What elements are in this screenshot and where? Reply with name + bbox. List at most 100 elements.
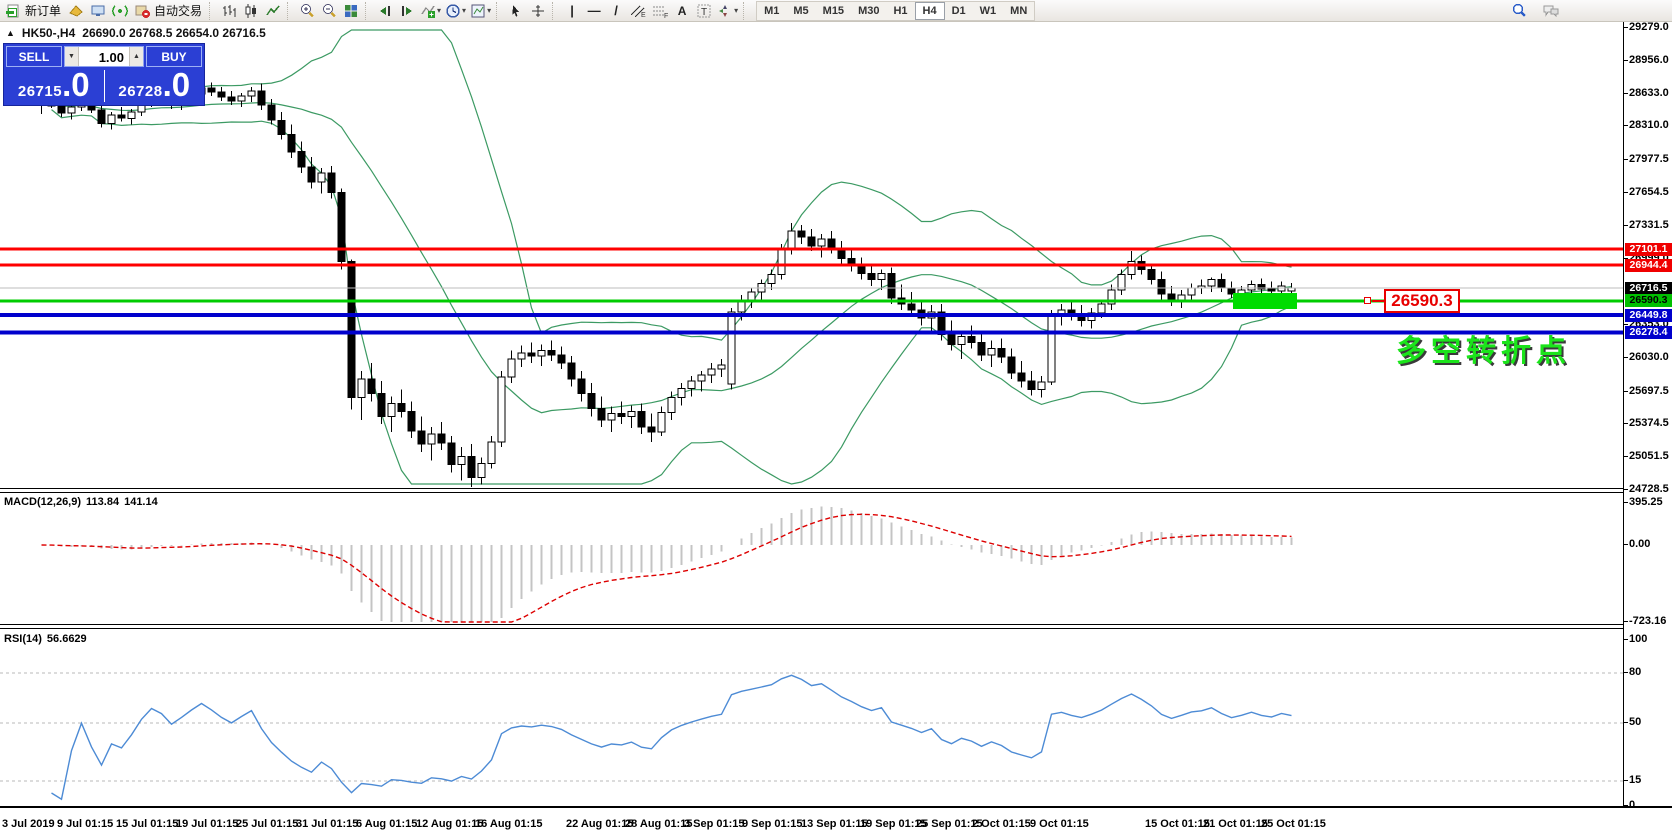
new-order-button[interactable] — [2, 1, 24, 21]
chart-shift-icon[interactable] — [396, 1, 418, 21]
chat-icon[interactable] — [1540, 1, 1562, 21]
macd-panel[interactable] — [0, 493, 1623, 624]
time-tick-label: 12 Aug 01:15 — [416, 818, 483, 830]
trendline-tool[interactable]: / — [605, 1, 627, 21]
time-tick-label: 2 Oct 01:15 — [972, 818, 1031, 830]
timeframe-m15[interactable]: M15 — [816, 2, 851, 20]
svg-text:F: F — [664, 13, 668, 19]
bar-chart-icon[interactable] — [218, 1, 240, 21]
time-tick-label: 15 Jul 01:15 — [116, 818, 178, 830]
price-tag: 26278.4 — [1625, 326, 1672, 339]
line-chart-icon[interactable] — [262, 1, 284, 21]
chart-window: ▲ HK50-,H4 26690.0 26768.5 26654.0 26716… — [0, 22, 1672, 835]
indicators-dropdown-caret[interactable]: ▾ — [437, 6, 441, 15]
arrows-dropdown-caret[interactable]: ▾ — [734, 6, 738, 15]
metaeditor-icon[interactable] — [65, 1, 87, 21]
trade-panel-collapse-icon[interactable]: ▲ — [6, 28, 15, 38]
candlestick-chart-icon[interactable] — [240, 1, 262, 21]
rsi-label: RSI(14)56.6629 — [4, 633, 87, 645]
rsi-value: 56.6629 — [47, 633, 87, 645]
buy-button[interactable]: BUY — [146, 46, 202, 67]
price-level-callout[interactable]: 26590.3 — [1384, 289, 1460, 313]
vertical-line-tool[interactable]: | — [561, 1, 583, 21]
price-tag: 26716.5 — [1625, 282, 1672, 295]
time-tick-label: 9 Oct 01:15 — [1030, 818, 1089, 830]
callout-drag-handle[interactable] — [1364, 297, 1371, 304]
timeframe-m1[interactable]: M1 — [757, 2, 786, 20]
time-tick-label: 3 Sep 01:15 — [684, 818, 745, 830]
time-tick-label: 9 Sep 01:15 — [742, 818, 803, 830]
timeframe-d1[interactable]: D1 — [945, 2, 973, 20]
periods-dropdown-caret[interactable]: ▾ — [462, 6, 466, 15]
time-tick-label: 6 Aug 01:15 — [356, 818, 417, 830]
toolbar-separator — [365, 2, 371, 20]
macd-main-value: 113.84 — [86, 496, 119, 508]
one-click-trade-panel: SELL ▼ 1.00 ▲ BUY 26715 .0 26728 .0 — [3, 43, 205, 106]
autotrading-icon[interactable] — [131, 1, 153, 21]
toolbar-separator — [209, 2, 215, 20]
periods-button[interactable]: ▾ — [443, 1, 468, 21]
new-order-label[interactable]: 新订单 — [24, 2, 65, 19]
timeframe-mn[interactable]: MN — [1003, 2, 1034, 20]
sell-price-decimal: .0 — [62, 70, 90, 100]
rsi-tick-label: 15 — [1629, 774, 1641, 786]
templates-dropdown-caret[interactable]: ▾ — [487, 6, 491, 15]
toolbar-separator — [496, 2, 502, 20]
autotrading-label[interactable]: 自动交易 — [153, 2, 206, 19]
price-tick-label: 25374.5 — [1629, 417, 1669, 429]
auto-scroll-icon[interactable] — [374, 1, 396, 21]
chart-ohlc-values: 26690.0 26768.5 26654.0 26716.5 — [82, 26, 266, 40]
rsi-panel[interactable] — [0, 629, 1623, 806]
fibonacci-tool[interactable]: F — [649, 1, 671, 21]
price-tick-label: 25697.5 — [1629, 385, 1669, 397]
main-price-chart[interactable] — [0, 22, 1623, 489]
callout-connector-line — [1372, 300, 1384, 302]
terminal-icon[interactable] — [87, 1, 109, 21]
arrows-tool[interactable]: ▾ — [715, 1, 740, 21]
buy-price[interactable]: 26728 .0 — [105, 69, 205, 105]
rsi-tick-label: 50 — [1629, 716, 1641, 728]
time-tick-label: 25 Oct 01:15 — [1261, 818, 1326, 830]
time-tick-label: 28 Aug 01:15 — [625, 818, 692, 830]
equidistant-channel-tool[interactable]: E — [627, 1, 649, 21]
timeframe-w1[interactable]: W1 — [973, 2, 1004, 20]
volume-down-button[interactable]: ▼ — [65, 47, 79, 66]
toolbar-separator — [287, 2, 293, 20]
price-tag: 26449.8 — [1625, 309, 1672, 322]
pivot-annotation-text: 多空转折点 — [1396, 326, 1571, 370]
time-tick-label: 25 Jul 01:15 — [236, 818, 298, 830]
templates-button[interactable]: ▾ — [468, 1, 493, 21]
time-axis[interactable]: 3 Jul 20199 Jul 01:1515 Jul 01:1519 Jul … — [0, 806, 1672, 835]
time-tick-label: 31 Jul 01:15 — [296, 818, 358, 830]
timeframe-m30[interactable]: M30 — [851, 2, 886, 20]
text-tool[interactable]: A — [671, 1, 693, 21]
tile-windows-icon[interactable] — [340, 1, 362, 21]
buy-price-decimal: .0 — [163, 70, 191, 100]
timeframe-m5[interactable]: M5 — [786, 2, 815, 20]
text-label-tool[interactable]: T — [693, 1, 715, 21]
volume-up-button[interactable]: ▲ — [129, 47, 143, 66]
rsi-tick-label: 100 — [1629, 633, 1647, 645]
timeframe-h4[interactable]: H4 — [915, 2, 945, 20]
svg-text:E: E — [641, 12, 646, 19]
search-icon[interactable] — [1508, 1, 1530, 21]
chart-symbol-period: HK50-,H4 — [22, 26, 75, 40]
signals-icon[interactable] — [109, 1, 131, 21]
macd-label: MACD(12,26,9)113.84141.14 — [4, 496, 158, 508]
macd-tick-label: 395.25 — [1629, 496, 1663, 508]
price-tag: 27101.1 — [1625, 243, 1672, 256]
price-tick-label: 27977.5 — [1629, 153, 1669, 165]
crosshair-icon[interactable] — [527, 1, 549, 21]
zoom-in-icon[interactable] — [296, 1, 318, 21]
indicators-button[interactable]: ▾ — [418, 1, 443, 21]
price-tick-label: 26030.0 — [1629, 351, 1669, 363]
cursor-icon[interactable] — [505, 1, 527, 21]
price-axis[interactable]: 29279.028956.028633.028310.027977.527654… — [1623, 22, 1672, 808]
zoom-out-icon[interactable] — [318, 1, 340, 21]
time-tick-label: 13 Sep 01:15 — [801, 818, 868, 830]
sell-price[interactable]: 26715 .0 — [4, 69, 104, 105]
volume-value[interactable]: 1.00 — [79, 47, 129, 66]
sell-button[interactable]: SELL — [6, 46, 62, 67]
horizontal-line-tool[interactable]: — — [583, 1, 605, 21]
timeframe-h1[interactable]: H1 — [886, 2, 914, 20]
